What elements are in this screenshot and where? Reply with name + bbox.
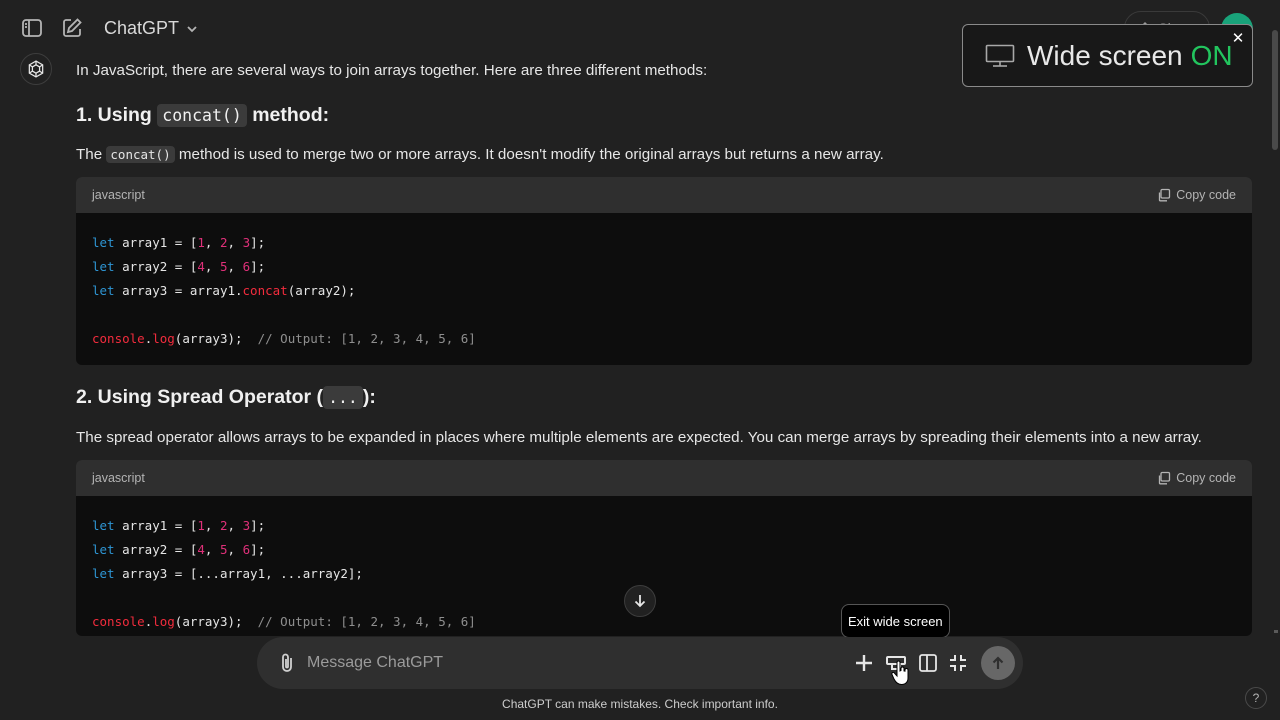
- code-line: let array2 = [4, 5, 6];: [92, 542, 266, 557]
- code-line: console.log(array3); // Output: [1, 2, 3…: [92, 331, 476, 346]
- code-header: javascript Copy code: [76, 177, 1252, 213]
- code-block-2: javascript Copy code let array1 = [1, 2,…: [76, 460, 1252, 636]
- section-heading-2: 2. Using Spread Operator (...):: [76, 386, 376, 409]
- scrollbar-end: [1274, 630, 1278, 633]
- sidebar-icon[interactable]: [20, 16, 44, 40]
- code-line: console.log(array3); // Output: [1, 2, 3…: [92, 614, 476, 629]
- scrollbar[interactable]: [1272, 30, 1278, 150]
- exit-wide-screen-tooltip: Exit wide screen: [841, 604, 950, 638]
- send-button[interactable]: [981, 646, 1015, 680]
- code-language: javascript: [92, 188, 145, 202]
- code-line: let array3 = [...array1, ...array2];: [92, 566, 363, 581]
- code-line: let array2 = [4, 5, 6];: [92, 259, 266, 274]
- inline-code: ...: [323, 386, 363, 409]
- code-body: let array1 = [1, 2, 3]; let array2 = [4,…: [76, 496, 1252, 634]
- chevron-down-icon: [187, 25, 197, 32]
- code-body: let array1 = [1, 2, 3]; let array2 = [4,…: [76, 213, 1252, 351]
- message-input[interactable]: [307, 651, 827, 675]
- model-selector[interactable]: ChatGPT: [104, 18, 199, 39]
- plus-icon[interactable]: [852, 651, 876, 675]
- code-header: javascript Copy code: [76, 460, 1252, 496]
- collapse-icon[interactable]: [946, 651, 970, 675]
- scroll-down-button[interactable]: [624, 585, 656, 617]
- model-name: ChatGPT: [104, 18, 180, 38]
- close-icon[interactable]: ✕: [1230, 31, 1246, 47]
- paperclip-icon[interactable]: [275, 651, 299, 675]
- monitor-icon: [985, 44, 1015, 67]
- message-intro: In JavaScript, there are several ways to…: [76, 62, 708, 79]
- new-chat-icon[interactable]: [60, 16, 84, 40]
- section-desc-1: The concat() method is used to merge two…: [76, 146, 884, 163]
- toast-state: ON: [1190, 39, 1233, 71]
- code-line: let array1 = [1, 2, 3];: [92, 235, 266, 250]
- hand-cursor-icon: [891, 660, 909, 686]
- copy-code-button[interactable]: Copy code: [1157, 471, 1236, 485]
- panel-icon[interactable]: [916, 651, 940, 675]
- inline-code: concat(): [157, 104, 247, 127]
- section-desc-2: The spread operator allows arrays to be …: [76, 429, 1202, 446]
- code-line: let array3 = array1.concat(array2);: [92, 283, 356, 298]
- inline-code: concat(): [106, 146, 175, 163]
- copy-icon: [1159, 188, 1171, 202]
- copy-icon: [1159, 471, 1171, 485]
- arrow-up-icon: [992, 656, 1004, 669]
- chatgpt-logo-icon: [20, 53, 52, 85]
- code-block-1: javascript Copy code let array1 = [1, 2,…: [76, 177, 1252, 365]
- toast-text: Wide screen: [1027, 39, 1183, 71]
- wide-screen-toast: Wide screen ON ✕: [962, 24, 1253, 87]
- code-line: let array1 = [1, 2, 3];: [92, 518, 266, 533]
- disclaimer: ChatGPT can make mistakes. Check importa…: [502, 697, 778, 711]
- help-button[interactable]: ?: [1245, 687, 1267, 709]
- code-language: javascript: [92, 471, 145, 485]
- arrow-down-icon: [634, 595, 646, 608]
- section-heading-1: 1. Using concat() method:: [76, 104, 330, 127]
- copy-code-button[interactable]: Copy code: [1157, 188, 1236, 202]
